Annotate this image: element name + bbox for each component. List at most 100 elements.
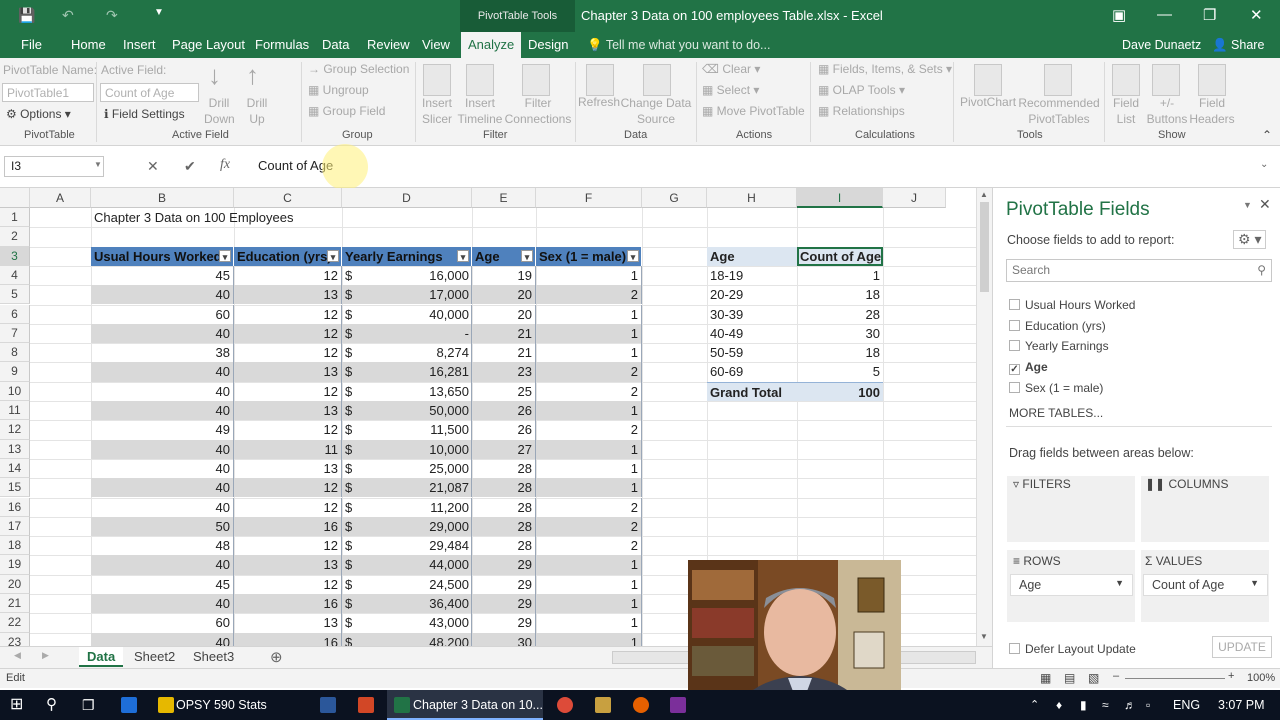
table-header-cell[interactable]: Education (yrs) ▾ — [234, 246, 342, 266]
table-cell-hours[interactable]: 60 — [91, 304, 234, 324]
table-cell-age[interactable]: 23 — [472, 362, 536, 382]
field-checkbox-icon[interactable] — [1009, 299, 1020, 310]
group-selection-button[interactable]: → Group Selection — [308, 62, 409, 76]
options-button[interactable]: ⚙ Options ▾ — [6, 107, 71, 121]
pivot-row-label[interactable]: 50-59 — [707, 343, 797, 362]
table-cell-education[interactable]: 12 — [234, 265, 342, 286]
pivot-value-header[interactable]: Count of Age — [797, 246, 883, 266]
change-data-source-button[interactable]: Change Data Source — [620, 95, 692, 127]
zoom-level[interactable]: 100% — [1247, 672, 1275, 684]
row-header-4[interactable]: 4 — [0, 265, 30, 286]
dictionary-icon[interactable] — [595, 697, 611, 713]
new-sheet-icon[interactable]: ⊕ — [270, 648, 283, 666]
pivot-row-header[interactable]: Age — [707, 246, 797, 266]
redo-icon[interactable]: ↷ — [106, 7, 118, 24]
table-header-cell[interactable]: Usual Hours Worked ▾ — [91, 246, 234, 266]
table-cell-sex[interactable]: 2 — [536, 285, 642, 305]
notification-icon[interactable]: ▫ — [1146, 690, 1150, 720]
table-cell-hours[interactable]: 48 — [91, 536, 234, 556]
customize-qat-icon[interactable]: ▼ — [154, 7, 164, 18]
user-name[interactable]: Dave Dunaetz — [1122, 32, 1201, 58]
pivottable-name-input[interactable]: PivotTable1 — [2, 83, 94, 102]
field-search-input[interactable]: Search ⚲ — [1006, 259, 1272, 282]
vertical-scrollbar[interactable]: ▲ ▼ — [976, 188, 992, 646]
table-cell-education[interactable]: 16 — [234, 632, 342, 646]
table-cell-age[interactable]: 25 — [472, 381, 536, 401]
pivot-row-value[interactable]: 18 — [797, 343, 883, 362]
table-cell-sex[interactable]: 1 — [536, 401, 642, 421]
filter-dropdown-icon[interactable]: ▾ — [219, 249, 231, 262]
table-cell-hours[interactable]: 38 — [91, 343, 234, 363]
table-cell-sex[interactable]: 1 — [536, 594, 642, 614]
plus-minus-buttons-button[interactable]: +/- Buttons — [1144, 95, 1190, 127]
field-headers-button[interactable]: Field Headers — [1188, 95, 1236, 127]
field-checkbox-icon[interactable] — [1009, 340, 1020, 352]
table-cell-sex[interactable]: 2 — [536, 362, 642, 382]
column-header-a[interactable]: A — [30, 188, 91, 208]
row-header-18[interactable]: 18 — [0, 536, 30, 556]
start-icon[interactable]: ⊞ — [10, 690, 23, 720]
sheet-tab-data[interactable]: Data — [79, 647, 124, 667]
column-header-i[interactable]: I — [797, 188, 883, 208]
tab-page-layout[interactable]: Page Layout — [172, 32, 245, 58]
table-cell-earnings[interactable]: 17,000 — [372, 285, 472, 304]
pivot-row-label[interactable]: 40-49 — [707, 324, 797, 343]
pivot-row-label[interactable]: 20-29 — [707, 285, 797, 304]
battery-icon[interactable]: ▮ — [1080, 690, 1087, 720]
enter-icon[interactable]: ✔ — [184, 158, 196, 175]
table-cell-earnings[interactable]: 11,200 — [372, 498, 472, 517]
active-field-input[interactable]: Count of Age — [100, 83, 199, 102]
row-header-6[interactable]: 6 — [0, 304, 30, 324]
tab-analyze[interactable]: Analyze — [461, 32, 522, 58]
tab-review[interactable]: Review — [367, 32, 410, 58]
table-cell-age[interactable]: 26 — [472, 420, 536, 440]
name-box-dropdown-icon[interactable]: ▼ — [94, 160, 102, 169]
rows-field-age[interactable]: Age ▼ — [1010, 574, 1133, 596]
drill-up-button[interactable]: Drill Up — [244, 95, 270, 127]
row-header-3[interactable]: 3 — [0, 246, 30, 266]
select-button[interactable]: ▦ Select ▾ — [702, 83, 759, 97]
field-settings-button[interactable]: ℹ Field Settings — [104, 107, 185, 121]
values-field-count-of-age[interactable]: Count of Age ▼ — [1143, 574, 1268, 596]
move-pivottable-button[interactable]: ▦ Move PivotTable — [702, 104, 805, 118]
table-cell-education[interactable]: 12 — [234, 420, 342, 440]
table-cell-education[interactable]: 13 — [234, 613, 342, 633]
pivot-grand-total-value[interactable]: 100 — [797, 381, 883, 401]
zoom-slider[interactable] — [1125, 678, 1225, 679]
name-box[interactable]: I3 — [4, 156, 104, 177]
table-header-cell[interactable]: Yearly Earnings ▾ — [342, 246, 472, 266]
table-cell-age[interactable]: 28 — [472, 458, 536, 479]
table-cell-hours[interactable]: 50 — [91, 516, 234, 537]
table-cell-hours[interactable]: 40 — [91, 362, 234, 382]
row-header-5[interactable]: 5 — [0, 285, 30, 305]
table-cell-earnings[interactable]: 50,000 — [372, 401, 472, 420]
table-cell-hours[interactable]: 60 — [91, 613, 234, 633]
row-header-20[interactable]: 20 — [0, 574, 30, 594]
table-cell-sex[interactable]: 1 — [536, 613, 642, 633]
table-cell-hours[interactable]: 49 — [91, 420, 234, 440]
page-layout-view-icon[interactable]: ▤ — [1064, 671, 1075, 685]
table-cell-earnings[interactable]: 25,000 — [372, 459, 472, 478]
pane-close-icon[interactable]: ✕ — [1259, 196, 1271, 213]
column-header-b[interactable]: B — [91, 188, 234, 208]
row-header-7[interactable]: 7 — [0, 323, 30, 344]
dropdown-arrow-icon[interactable]: ▼ — [1115, 578, 1124, 588]
collapse-ribbon-icon[interactable]: ⌃ — [1262, 128, 1272, 142]
page-break-view-icon[interactable]: ▧ — [1088, 671, 1099, 685]
insert-function-icon[interactable]: fx — [220, 157, 230, 173]
table-cell-earnings[interactable]: 44,000 — [372, 555, 472, 574]
group-field-button[interactable]: ▦ Group Field — [308, 104, 385, 118]
row-header-15[interactable]: 15 — [0, 478, 30, 498]
sheet-tab-sheet2[interactable]: Sheet2 — [126, 647, 183, 667]
table-cell-earnings[interactable]: 24,500 — [372, 575, 472, 594]
dropdown-arrow-icon[interactable]: ▼ — [1250, 578, 1259, 588]
field-checkbox-icon[interactable] — [1009, 319, 1020, 331]
zoom-out-icon[interactable]: – — [1113, 670, 1119, 682]
prev-sheet-icon[interactable]: ◀ — [14, 650, 21, 661]
field-item[interactable]: ✓ Age — [1009, 360, 1048, 376]
row-header-22[interactable]: 22 — [0, 613, 30, 633]
refresh-button[interactable]: Refresh — [578, 95, 620, 109]
field-list-button[interactable]: Field List — [1108, 95, 1144, 127]
minimize-icon[interactable]: — — [1157, 6, 1172, 23]
row-header-21[interactable]: 21 — [0, 594, 30, 614]
